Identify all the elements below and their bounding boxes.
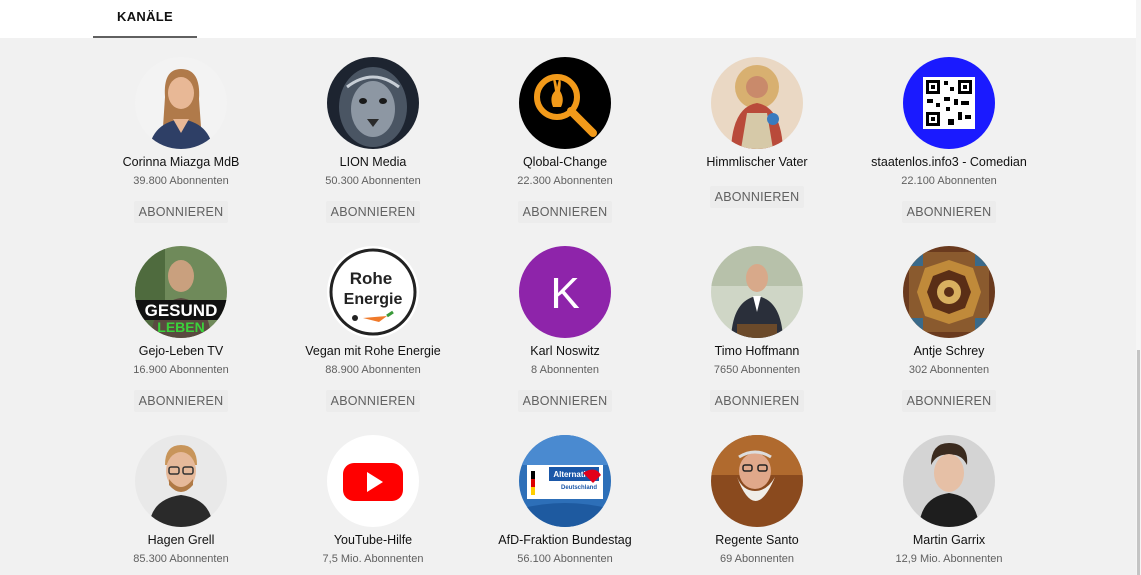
subscribe-button[interactable]: ABONNIEREN <box>326 390 420 412</box>
channel-name[interactable]: Gejo-Leben TV <box>85 344 277 358</box>
channel-name[interactable]: staatenlos.info3 - Comedian <box>853 155 1045 169</box>
subscribe-button[interactable]: ABONNIEREN <box>134 201 228 223</box>
subscribe-button[interactable]: ABONNIEREN <box>326 201 420 223</box>
subscribe-button[interactable]: ABONNIEREN <box>710 186 804 208</box>
channel-card: Corinna Miazga MdB 39.800 Abonnenten ABO… <box>85 57 277 223</box>
avatar-text: Deutschland <box>561 485 597 491</box>
channel-card: Rohe Energie Vegan mit Rohe Energie 88.9… <box>277 246 469 412</box>
channel-card: Antje Schrey 302 Abonnenten ABONNIEREN <box>853 246 1045 412</box>
subscribe-button[interactable]: ABONNIEREN <box>710 390 804 412</box>
subscriber-count: 22.100 Abonnenten <box>901 175 997 187</box>
young-man-portrait-icon[interactable] <box>903 435 995 527</box>
channel-name[interactable]: LION Media <box>277 155 469 169</box>
subscriber-count: 16.900 Abonnenten <box>133 364 229 376</box>
subscriber-count: 88.900 Abonnenten <box>325 364 421 376</box>
channel-name[interactable]: Qlobal-Change <box>469 155 661 169</box>
rohe-energie-logo-icon[interactable]: Rohe Energie <box>327 246 419 338</box>
channel-card: Regente Santo 69 Abonnenten <box>661 435 853 565</box>
channel-name[interactable]: Himmlischer Vater <box>661 155 853 169</box>
gesund-leben-icon[interactable]: GESUND LEBEN <box>135 246 227 338</box>
bearded-man-icon[interactable] <box>711 435 803 527</box>
channel-name[interactable]: Hagen Grell <box>85 533 277 547</box>
subscribe-button[interactable]: ABONNIEREN <box>134 390 228 412</box>
subscriber-count: 85.300 Abonnenten <box>133 553 229 565</box>
avatar-text: Energie <box>344 291 403 308</box>
avatar-text: GESUND <box>145 301 218 320</box>
channel-name[interactable]: Karl Noswitz <box>469 344 661 358</box>
subscriber-count: 56.100 Abonnenten <box>517 553 613 565</box>
letter-k-icon[interactable]: K <box>519 246 611 338</box>
subscribe-button[interactable]: ABONNIEREN <box>518 390 612 412</box>
afd-logo-icon[interactable]: Alternative Deutschland <box>519 435 611 527</box>
channel-name[interactable]: AfD-Fraktion Bundestag <box>469 533 661 547</box>
subscriber-count: 50.300 Abonnenten <box>325 175 421 187</box>
avatar-text: Rohe <box>350 269 393 288</box>
rabbit-magnifier-icon[interactable] <box>519 57 611 149</box>
channel-card: Martin Garrix 12,9 Mio. Abonnenten <box>853 435 1045 565</box>
subscriber-count: 7650 Abonnenten <box>713 364 801 376</box>
youtube-logo-icon[interactable] <box>327 435 419 527</box>
channel-name[interactable]: Vegan mit Rohe Energie <box>277 344 469 358</box>
subscriber-count: 22.300 Abonnenten <box>517 175 613 187</box>
avatar-text: LEBEN <box>157 319 204 335</box>
man-portrait-icon[interactable] <box>135 435 227 527</box>
channel-card: Timo Hoffmann 7650 Abonnenten ABONNIEREN <box>661 246 853 412</box>
subscriber-count: 302 Abonnenten <box>908 364 990 376</box>
subscriber-count: 8 Abonnenten <box>531 364 599 376</box>
religious-figure-icon[interactable] <box>711 57 803 149</box>
channel-card: Himmlischer Vater ABONNIEREN <box>661 57 853 208</box>
channel-card: staatenlos.info3 - Comedian 22.100 Abonn… <box>853 57 1045 223</box>
speaker-portrait-icon[interactable] <box>711 246 803 338</box>
channel-card: Hagen Grell 85.300 Abonnenten <box>85 435 277 565</box>
channel-card: K Karl Noswitz 8 Abonnenten ABONNIEREN <box>469 246 661 412</box>
channel-name[interactable]: YouTube-Hilfe <box>277 533 469 547</box>
channel-name[interactable]: Antje Schrey <box>853 344 1045 358</box>
channel-card: Alternative Deutschland AfD-Fraktion Bun… <box>469 435 661 565</box>
subscriber-count: 12,9 Mio. Abonnenten <box>895 553 1003 565</box>
ornate-ceiling-icon[interactable] <box>903 246 995 338</box>
channel-card: YouTube-Hilfe 7,5 Mio. Abonnenten <box>277 435 469 565</box>
woman-portrait-icon[interactable] <box>135 57 227 149</box>
channel-card: Qlobal-Change 22.300 Abonnenten ABONNIER… <box>469 57 661 223</box>
subscribe-button[interactable]: ABONNIEREN <box>902 201 996 223</box>
subscriber-count: 7,5 Mio. Abonnenten <box>322 553 424 565</box>
subscribe-button[interactable]: ABONNIEREN <box>518 201 612 223</box>
channel-name[interactable]: Regente Santo <box>661 533 853 547</box>
subscriber-count: 69 Abonnenten <box>719 553 795 565</box>
channel-card: LION Media 50.300 Abonnenten ABONNIEREN <box>277 57 469 223</box>
avatar-text: K <box>550 269 579 318</box>
qr-code-icon[interactable] <box>903 57 995 149</box>
channels-grid: Corinna Miazga MdB 39.800 Abonnenten ABO… <box>0 0 1136 575</box>
channel-card: GESUND LEBEN Gejo-Leben TV 16.900 Abonne… <box>85 246 277 412</box>
subscriber-count: 39.800 Abonnenten <box>133 175 229 187</box>
lion-icon[interactable] <box>327 57 419 149</box>
channel-name[interactable]: Corinna Miazga MdB <box>85 155 277 169</box>
channel-name[interactable]: Martin Garrix <box>853 533 1045 547</box>
scrollbar-thumb[interactable] <box>1137 350 1140 575</box>
channel-name[interactable]: Timo Hoffmann <box>661 344 853 358</box>
subscribe-button[interactable]: ABONNIEREN <box>902 390 996 412</box>
